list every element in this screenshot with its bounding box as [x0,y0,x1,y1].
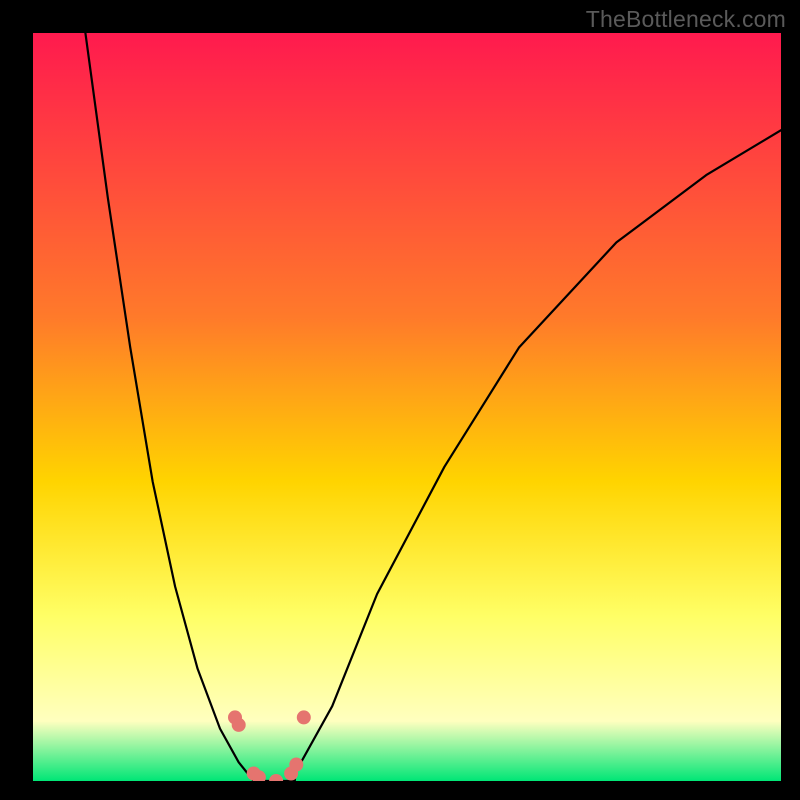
data-point-marker [232,718,246,732]
outer-frame: TheBottleneck.com [0,0,800,800]
watermark-text: TheBottleneck.com [586,6,786,33]
data-point-marker [289,758,303,772]
chart-svg [33,33,781,781]
data-point-marker [297,710,311,724]
gradient-background [33,33,781,781]
plot-area [33,33,781,781]
